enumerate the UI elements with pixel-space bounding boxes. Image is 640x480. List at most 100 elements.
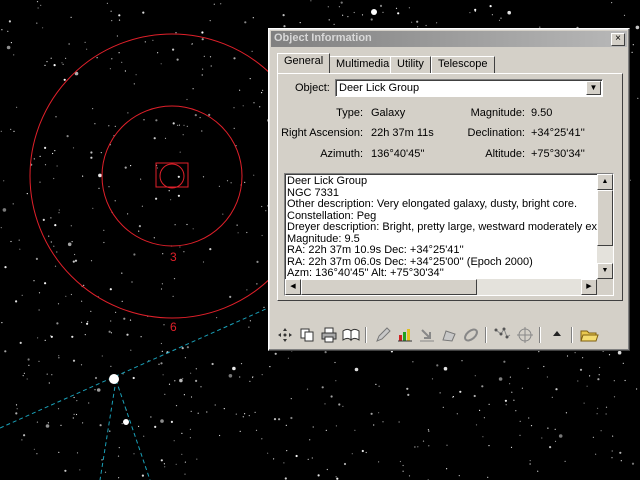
star [325,429,327,431]
star [12,203,14,205]
star [50,57,52,59]
star [179,151,181,153]
star [253,174,255,176]
star [529,460,531,462]
star [53,177,55,180]
star [611,457,613,459]
star [278,418,281,421]
scroll-down-icon[interactable]: ▼ [597,263,613,279]
scroll-up-icon[interactable]: ▲ [597,174,613,190]
star [209,248,212,251]
star [519,420,521,422]
star [219,434,221,437]
type-value: Galaxy [371,107,406,119]
star [635,25,640,30]
star [549,446,552,449]
horizontal-scrollbar[interactable]: ◀ ▶ [285,279,597,295]
star [16,106,18,108]
tab-telescope[interactable]: Telescope [431,56,495,73]
open-folder-icon[interactable] [579,325,599,345]
star [123,317,126,320]
star [58,357,60,359]
vertical-scrollbar[interactable]: ▲ ▼ [597,174,613,279]
open-book-icon[interactable] [341,325,361,345]
object-select[interactable]: Deer Lick Group ▼ [335,79,603,97]
star [354,367,359,372]
star [239,89,241,91]
scroll-left-icon[interactable]: ◀ [285,279,301,295]
star [613,396,616,398]
star [121,272,123,274]
horizontal-scroll-thumb[interactable] [301,279,477,295]
tab-utility[interactable]: Utility [390,56,431,73]
star [172,295,174,297]
star [133,453,135,455]
print-icon[interactable] [319,325,339,345]
star [194,114,197,117]
star [269,366,271,368]
tab-general[interactable]: General [277,53,331,73]
crosshair-icon[interactable] [515,325,535,345]
chevron-down-icon[interactable]: ▼ [586,81,601,95]
star [48,382,50,384]
bright-star-3 [371,9,377,15]
star [142,11,145,14]
star [118,19,121,21]
title-bar[interactable]: Object Information × [271,31,627,47]
star [565,412,568,414]
star [99,424,102,427]
star [223,408,225,410]
up-arrow-icon[interactable] [547,325,567,345]
star [202,68,204,70]
pencil-icon[interactable] [373,325,393,345]
star [172,122,175,125]
star [475,424,478,426]
star [90,260,93,262]
star [566,355,569,357]
star [201,74,203,76]
center-object-icon[interactable] [275,325,295,345]
palette-icon[interactable] [439,325,459,345]
star [262,89,264,91]
star [72,147,75,149]
star [109,430,111,432]
star [174,224,176,226]
link-icon[interactable] [461,325,481,345]
chart-edit-icon[interactable] [395,325,415,345]
scroll-right-icon[interactable]: ▶ [581,279,597,295]
arrow-down-icon[interactable] [417,325,437,345]
constellation-icon[interactable] [493,325,513,345]
star [8,20,11,23]
copy-icon[interactable] [297,325,317,345]
star [26,378,28,380]
altitude-label: Altitude: [485,148,525,160]
description-textbox[interactable]: Deer Lick Group NGC 7331 Other descripti… [284,173,614,296]
close-button[interactable]: × [611,33,625,46]
star [181,432,183,434]
star [108,125,110,127]
star [38,292,41,294]
star [127,112,129,114]
star [141,205,143,207]
star [39,181,41,183]
star [338,6,340,8]
star [631,462,635,465]
star [252,17,254,19]
vertical-scroll-thumb[interactable] [597,190,613,246]
star [399,460,401,463]
star [483,417,485,419]
star [248,415,250,417]
star [90,156,93,159]
star [233,107,235,109]
star [54,265,57,267]
star [58,451,60,453]
description-line: Dreyer description: Bright, pretty large… [287,221,613,233]
star [327,6,329,8]
star [330,395,333,398]
tab-multimedia[interactable]: Multimedia [329,56,397,73]
star [23,434,26,437]
star [84,41,86,44]
star [229,295,232,298]
star [596,413,598,415]
star [154,425,157,428]
